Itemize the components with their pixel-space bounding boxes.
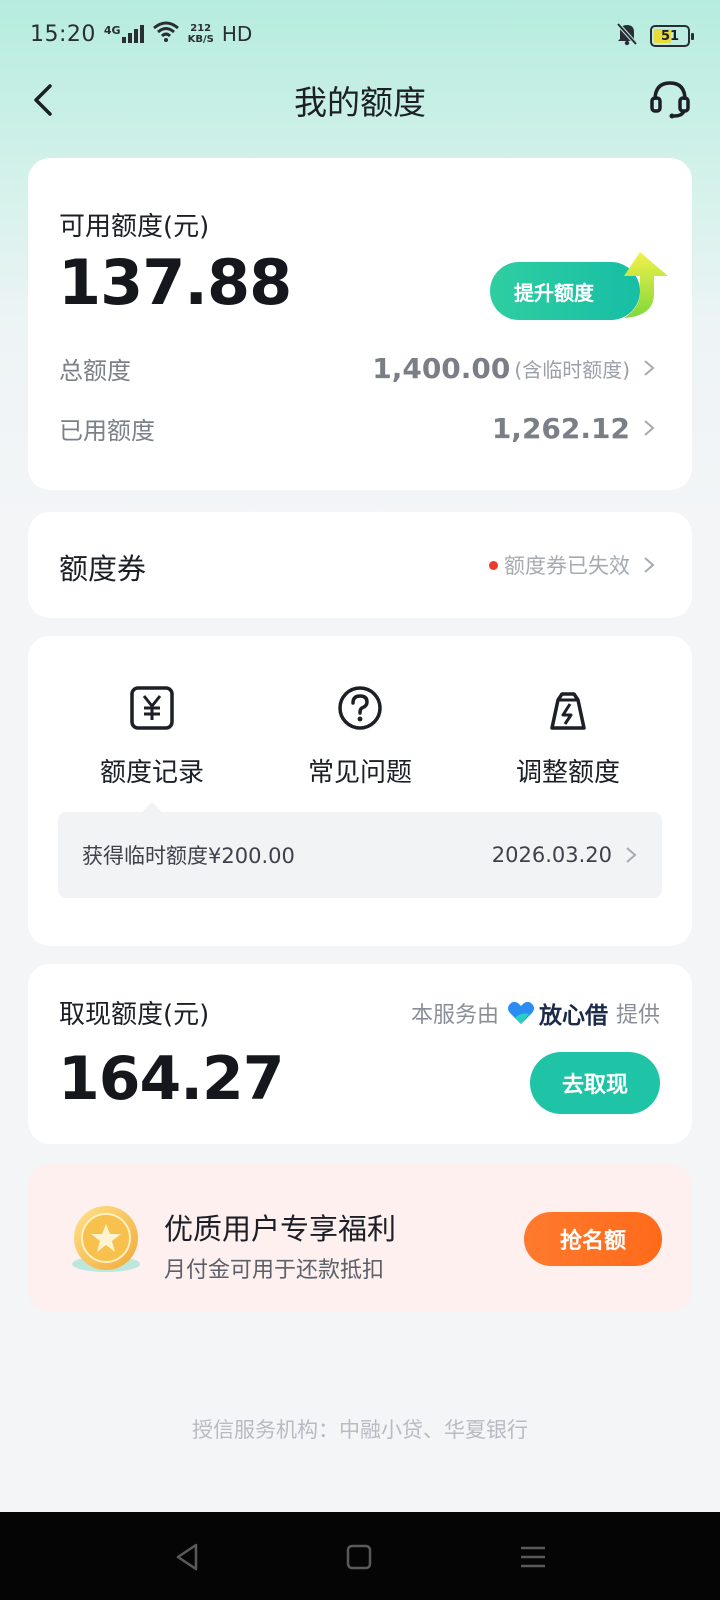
headset-icon bbox=[650, 81, 690, 119]
tool-label: 常见问题 bbox=[307, 758, 412, 788]
temporary-quota-notice[interactable]: 获得临时额度¥200.00 2026.03.20 bbox=[58, 802, 662, 898]
chevron-right-icon bbox=[644, 557, 655, 573]
provider-prefix: 本服务由 bbox=[410, 1003, 499, 1028]
coupon-card[interactable]: 额度券 额度券已失效 bbox=[28, 512, 692, 618]
grab-slot-button[interactable]: 抢名额 bbox=[524, 1212, 662, 1266]
status-bar: 15:20 4G 212 KB/S HD 51 bbox=[0, 0, 720, 72]
up-arrow-icon bbox=[624, 252, 668, 318]
available-quota-amount: 137.88 bbox=[58, 246, 292, 319]
faq-button[interactable]: 常见问题 bbox=[260, 684, 460, 789]
provider-info: 本服务由 放心借 提供 bbox=[411, 996, 660, 1030]
nav-menu-icon[interactable] bbox=[518, 1542, 548, 1572]
total-quota-label: 总额度 bbox=[59, 356, 131, 385]
tool-label: 额度记录 bbox=[99, 758, 204, 788]
used-quota-row[interactable]: 已用额度 1,262.12 bbox=[59, 408, 656, 448]
status-time: 15:20 bbox=[30, 21, 96, 47]
net-speed-unit: KB/S bbox=[187, 34, 214, 45]
question-circle-icon bbox=[338, 686, 382, 730]
net-speed: 212 KB/S bbox=[188, 23, 214, 45]
provider-suffix: 提供 bbox=[615, 1003, 660, 1028]
chevron-right-icon bbox=[626, 847, 637, 863]
provider-brand: 放心借 bbox=[507, 996, 608, 1030]
chevron-right-icon bbox=[644, 420, 655, 436]
cash-quota-amount: 164.27 bbox=[58, 1044, 285, 1114]
quota-records-button[interactable]: 额度记录 bbox=[52, 684, 252, 789]
available-quota-label: 可用额度(元) bbox=[59, 212, 210, 242]
cash-withdrawal-card: 取现额度(元) 本服务由 放心借 提供 164.27 去取现 bbox=[28, 964, 692, 1144]
yuan-receipt-icon bbox=[130, 686, 174, 730]
chevron-right-icon bbox=[644, 360, 655, 376]
used-quota-label: 已用额度 bbox=[59, 416, 155, 445]
benefit-banner[interactable]: 优质用户专享福利 月付金可用于还款抵扣 抢名额 bbox=[28, 1164, 692, 1312]
coupon-status: 额度券已失效 bbox=[489, 550, 656, 580]
battery-icon: 51 bbox=[650, 25, 694, 47]
tools-card: 额度记录 常见问题 调整额度 获得临时额度¥200.00 2026.03.20 bbox=[28, 636, 692, 946]
total-quota-note: (含临时额度) bbox=[514, 357, 630, 382]
total-quota-value: 1,400.00 bbox=[372, 351, 511, 385]
coupon-title: 额度券 bbox=[59, 552, 147, 586]
network-type: 4G bbox=[103, 24, 121, 37]
signal-icon: 4G bbox=[104, 25, 144, 43]
battery-level: 51 bbox=[660, 28, 680, 44]
lightning-bag-icon bbox=[550, 692, 586, 730]
tool-label: 调整额度 bbox=[515, 758, 620, 788]
coupon-status-text: 额度券已失效 bbox=[504, 554, 630, 578]
coin-star-icon bbox=[72, 1206, 140, 1272]
hd-label: HD bbox=[221, 22, 253, 46]
credit-institution-footer: 授信服务机构：中融小贷、华夏银行 bbox=[192, 1418, 528, 1442]
status-right: 51 bbox=[616, 22, 694, 50]
customer-service-button[interactable] bbox=[648, 76, 692, 120]
benefit-subtitle: 月付金可用于还款抵扣 bbox=[164, 1258, 385, 1283]
notice-date: 2026.03.20 bbox=[491, 843, 612, 867]
withdraw-button[interactable]: 去取现 bbox=[530, 1052, 660, 1114]
nav-back-icon[interactable] bbox=[172, 1542, 202, 1572]
adjust-quota-button[interactable]: 调整额度 bbox=[468, 684, 668, 789]
used-quota-value: 1,262.12 bbox=[491, 411, 630, 445]
system-nav-bar bbox=[0, 1512, 720, 1600]
nav-home-icon[interactable] bbox=[344, 1542, 374, 1572]
notice-text: 获得临时额度¥200.00 bbox=[82, 844, 295, 868]
quota-card: 可用额度(元) 137.88 提升额度 总额度 1,400.00 (含临时额度)… bbox=[28, 158, 692, 490]
status-left: 15:20 4G 212 KB/S HD bbox=[30, 20, 252, 48]
provider-brand-name: 放心借 bbox=[538, 1003, 608, 1029]
heart-logo-icon bbox=[507, 1001, 534, 1024]
raise-quota-label: 提升额度 bbox=[514, 280, 594, 305]
cash-quota-label: 取现额度(元) bbox=[59, 1000, 210, 1030]
page-title: 我的额度 bbox=[294, 83, 426, 122]
status-dot bbox=[489, 560, 498, 570]
wifi-icon bbox=[152, 20, 180, 48]
page-header: 我的额度 bbox=[0, 72, 720, 162]
mute-bell-icon bbox=[616, 22, 638, 50]
benefit-title: 优质用户专享福利 bbox=[164, 1212, 397, 1246]
total-quota-row[interactable]: 总额度 1,400.00 (含临时额度) bbox=[59, 348, 656, 388]
net-speed-value: 212 bbox=[190, 23, 212, 34]
